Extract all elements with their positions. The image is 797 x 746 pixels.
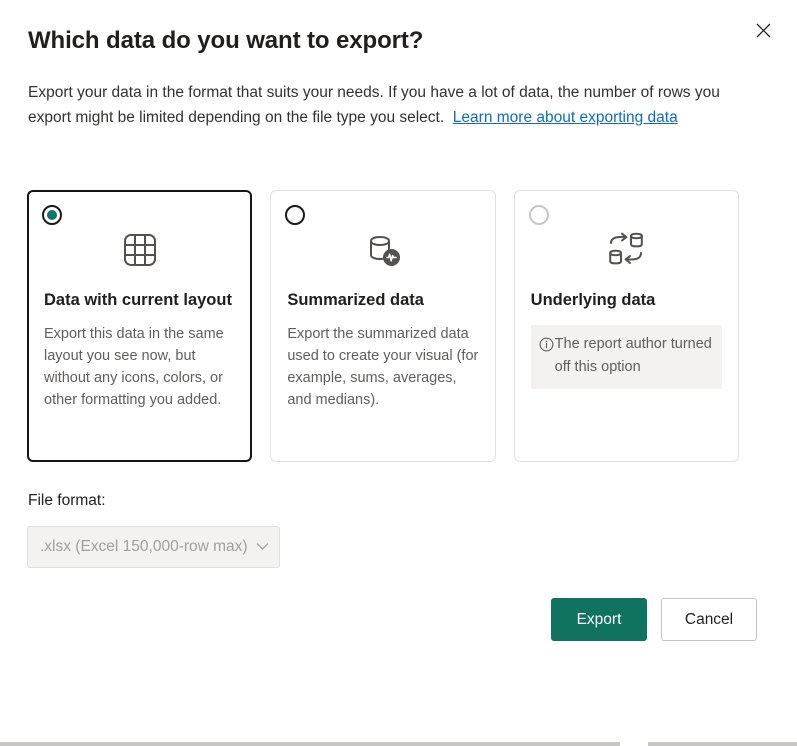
radio-data-with-current-layout[interactable]	[42, 205, 62, 225]
database-pulse-icon	[287, 219, 478, 281]
export-button[interactable]: Export	[551, 598, 647, 641]
option-description: Export the summarized data used to creat…	[287, 326, 479, 408]
file-format-value: .xlsx (Excel 150,000-row max)	[40, 538, 248, 555]
notice-text: The report author turned off this option	[554, 336, 712, 375]
dialog-footer: Export Cancel	[551, 598, 757, 641]
horizontal-scrollbar[interactable]	[0, 742, 797, 746]
table-grid-icon	[44, 219, 235, 281]
dialog-description: Export your data in the format that suit…	[28, 80, 740, 130]
file-format-label: File format:	[28, 492, 106, 509]
close-icon	[756, 23, 771, 38]
learn-more-link[interactable]: Learn more about exporting data	[453, 109, 678, 126]
option-card-underlying-data: Underlying data The report author turned…	[513, 190, 739, 462]
database-transfer-icon	[531, 219, 722, 281]
cancel-button[interactable]: Cancel	[661, 598, 757, 641]
export-data-dialog: Which data do you want to export? Export…	[0, 0, 797, 746]
option-disabled-notice: The report author turned off this option	[530, 325, 722, 389]
page-title: Which data do you want to export?	[28, 27, 424, 54]
option-title: Data with current layout	[44, 291, 232, 309]
option-card-summarized-data[interactable]: Summarized data Export the summarized da…	[270, 190, 496, 462]
file-format-select[interactable]: .xlsx (Excel 150,000-row max)	[27, 526, 280, 568]
radio-underlying-data	[528, 205, 549, 225]
close-icon-button[interactable]	[745, 12, 781, 48]
export-option-cards: Data with current layout Export this dat…	[27, 190, 739, 462]
scrollbar-gap	[620, 742, 648, 746]
option-title: Summarized data	[287, 291, 424, 309]
option-title: Underlying data	[530, 291, 656, 309]
info-icon	[539, 333, 554, 360]
option-card-data-with-current-layout[interactable]: Data with current layout Export this dat…	[27, 190, 253, 462]
chevron-down-icon	[256, 538, 269, 556]
option-description: Export this data in the same layout you …	[44, 326, 224, 408]
